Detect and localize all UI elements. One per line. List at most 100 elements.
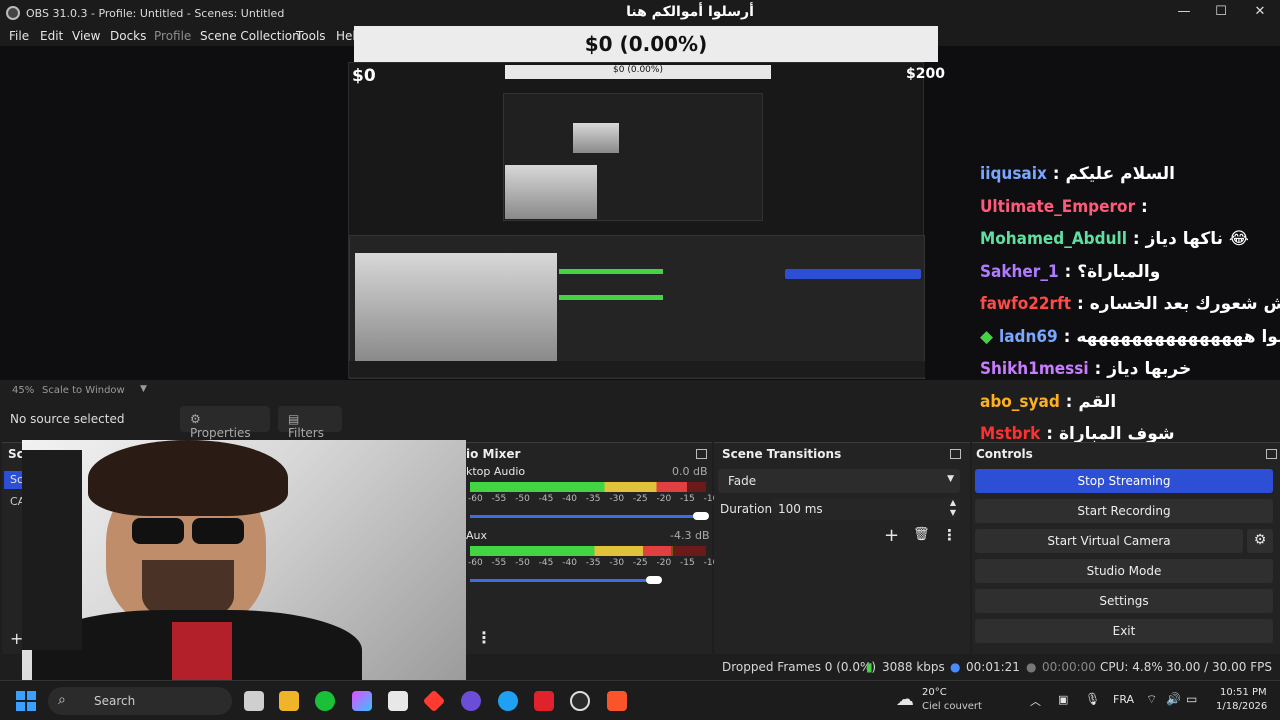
chat-username: Mstbrk [980, 424, 1041, 444]
settings-button[interactable]: Settings [975, 589, 1273, 613]
chat-message: iiqusaix : السلام عليكم [980, 164, 1280, 192]
edge-icon[interactable] [498, 691, 518, 711]
donation-progress-bar: $0 (0.00%) [354, 26, 938, 62]
file-explorer-icon[interactable] [279, 691, 299, 711]
trash-icon[interactable]: 🗑 [913, 527, 930, 542]
track-2-meter-fill [470, 546, 671, 556]
menu-view[interactable]: View [72, 29, 100, 43]
weather-icon: ☁ [896, 689, 914, 710]
duration-value: 100 ms [778, 502, 823, 516]
zoom-level[interactable]: 45% [12, 385, 34, 396]
window-title: OBS 31.0.3 - Profile: Untitled - Scenes:… [26, 7, 285, 20]
chat-message: ◆ ladn69 : القموا هههههههههههههههه [980, 327, 1280, 355]
no-source-label: No source selected [10, 412, 125, 426]
cpu-usage: CPU: 4.8% [1100, 660, 1163, 674]
start-recording-button[interactable]: Start Recording [975, 499, 1273, 523]
speaker-icon[interactable]: 🔊 [1166, 692, 1181, 706]
discord-icon[interactable] [461, 691, 481, 711]
nested-webcam-large [355, 253, 557, 361]
float-dock-icon[interactable] [1266, 449, 1277, 459]
chevron-down-icon[interactable]: ▼ [140, 384, 147, 394]
xbox-icon[interactable] [315, 691, 335, 711]
wifi-icon[interactable]: ⌔ [1146, 692, 1157, 707]
store-icon[interactable] [388, 691, 408, 711]
maximize-icon[interactable]: ☐ [1211, 4, 1231, 22]
menu-edit[interactable]: Edit [40, 29, 63, 43]
float-dock-icon[interactable] [950, 449, 961, 459]
track-2-volume-knob[interactable] [646, 576, 663, 584]
sunglasses-left [132, 518, 184, 544]
track-2-db: -4.3 dB [670, 529, 710, 542]
scene-item[interactable]: Sc [4, 471, 24, 489]
track-1-meter-fill [470, 482, 688, 492]
record-icon: ● [1026, 660, 1037, 674]
clock-time[interactable]: 10:51 PM [1220, 687, 1267, 698]
minimize-icon[interactable]: — [1174, 4, 1194, 22]
stepper-icon[interactable]: ▲ ▼ [950, 498, 956, 518]
language-indicator[interactable]: FRA [1113, 693, 1134, 706]
battery-icon[interactable]: ▭ [1186, 692, 1197, 706]
chat-overlay: iiqusaix : السلام عليكم Ultimate_Emperor … [974, 164, 1280, 446]
menu-docks[interactable]: Docks [110, 29, 146, 43]
transitions-title: Scene Transitions [722, 447, 842, 461]
stop-streaming-button[interactable]: Stop Streaming [975, 469, 1273, 493]
close-icon[interactable]: ✕ [1250, 4, 1270, 22]
webcam-overlay [22, 440, 466, 690]
add-transition-icon[interactable]: + [884, 525, 899, 546]
track-1-volume-slider[interactable] [470, 515, 702, 518]
brave-icon[interactable] [607, 691, 627, 711]
chat-username: ladn69 [999, 326, 1058, 347]
virtual-camera-settings-icon[interactable]: ⚙ [1247, 529, 1273, 553]
menu-help[interactable]: Hel [336, 29, 356, 43]
chat-separator: : [1135, 196, 1148, 217]
chat-username: abo_syad [980, 391, 1060, 412]
chat-separator: : [1059, 391, 1079, 412]
chat-message: Ultimate_Emperor : [980, 197, 1280, 225]
task-view-icon[interactable] [244, 691, 264, 711]
studio-mode-button[interactable]: Studio Mode [975, 559, 1273, 583]
clock-date[interactable]: 1/18/2026 [1216, 701, 1267, 712]
chat-username: Ultimate_Emperor [980, 196, 1136, 217]
nested-meter-2 [559, 295, 663, 300]
transition-select[interactable]: Fade ▼ [718, 469, 960, 493]
duration-label: Duration [720, 502, 773, 516]
menu-profile[interactable]: Profile [154, 29, 191, 43]
start-virtual-camera-button[interactable]: Start Virtual Camera [975, 529, 1243, 553]
track-2-volume-slider[interactable] [470, 579, 655, 582]
office-chair [22, 450, 82, 650]
scale-mode[interactable]: Scale to Window [42, 385, 125, 396]
wps-icon[interactable] [534, 691, 554, 711]
microphone-icon[interactable]: 🎙 [1085, 692, 1100, 706]
track-1-volume-knob[interactable] [693, 512, 710, 520]
mixer-menu-icon[interactable]: ⋮ [476, 628, 492, 647]
nested-webcam-medium [505, 165, 597, 219]
float-dock-icon[interactable] [696, 449, 707, 459]
menu-file[interactable]: File [9, 29, 29, 43]
taskbar-search[interactable]: ⌕ Search [48, 687, 232, 715]
chat-separator: : [1040, 424, 1059, 444]
transition-menu-icon[interactable]: ⋮ [942, 526, 957, 544]
tray-app-icon[interactable]: ▣ [1058, 693, 1068, 706]
donation-min-label: $0 [352, 66, 376, 86]
menu-scene-collection[interactable]: Scene Collection [200, 29, 300, 43]
properties-button[interactable]: ⚙ Properties [180, 406, 270, 440]
diamond-icon: ◆ [980, 326, 999, 347]
title-bar: OBS 31.0.3 - Profile: Untitled - Scenes:… [0, 0, 1280, 26]
duration-input[interactable]: 100 ms ▲ ▼ [772, 498, 960, 520]
chat-message: abo_syad : القم [980, 392, 1280, 420]
chat-text: وش شعورك بعد الخساره [1089, 294, 1280, 314]
chat-username: Sakher_1 [980, 261, 1059, 282]
copilot-icon[interactable] [352, 691, 372, 711]
search-label: Search [94, 694, 136, 708]
git-icon[interactable] [422, 689, 446, 713]
nested-meter [559, 269, 663, 274]
chevron-up-icon[interactable]: ︿ [1030, 693, 1041, 709]
obs-taskbar-icon[interactable] [570, 691, 590, 711]
menu-tools[interactable]: Tools [296, 29, 326, 43]
exit-button[interactable]: Exit [975, 619, 1273, 643]
filters-button[interactable]: ▤ Filters [278, 406, 342, 440]
scenes-dock: Sc Sc CA + [2, 442, 25, 654]
windows-start-icon[interactable] [16, 691, 36, 711]
properties-label: Properties [190, 426, 251, 440]
chat-text: والمباراة؟ [1077, 261, 1161, 282]
